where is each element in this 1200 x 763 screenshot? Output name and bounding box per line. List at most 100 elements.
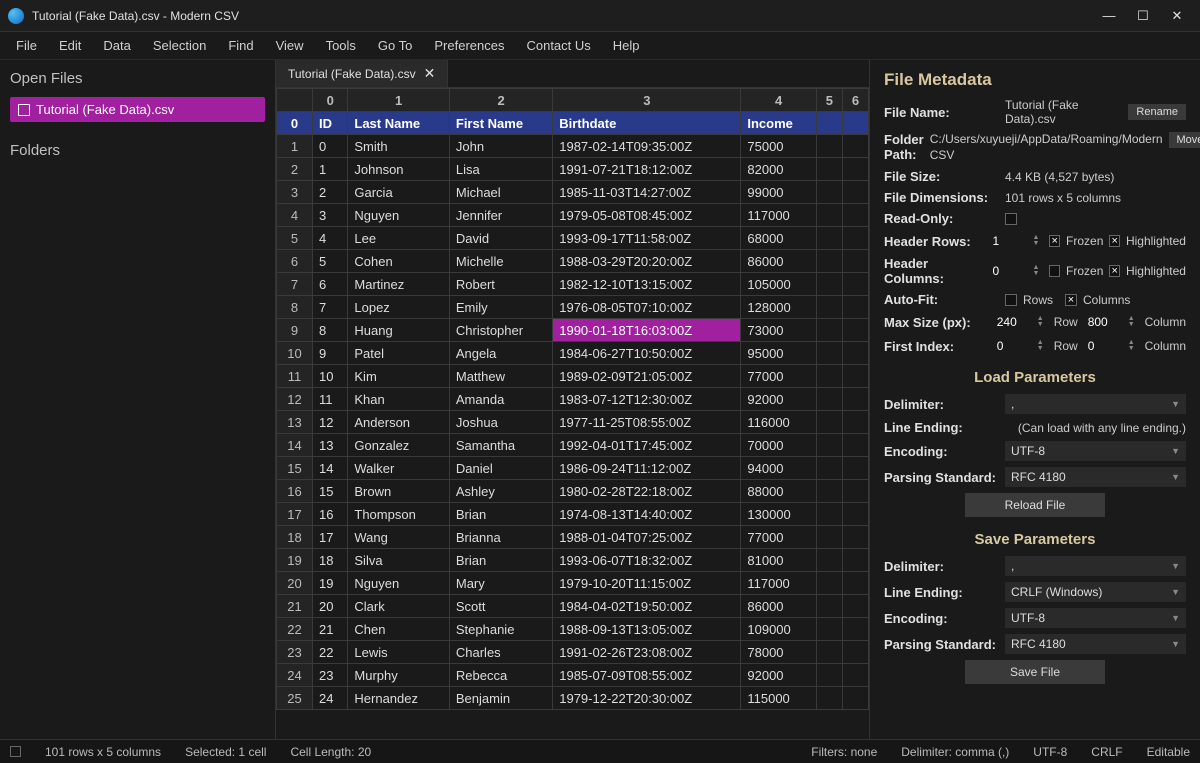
- rename-button[interactable]: Rename: [1128, 104, 1186, 120]
- data-cell[interactable]: Murphy: [348, 664, 449, 687]
- data-cell[interactable]: Thompson: [348, 503, 449, 526]
- data-cell[interactable]: [842, 250, 868, 273]
- data-cell[interactable]: 22: [313, 641, 348, 664]
- row-header[interactable]: 1: [277, 135, 313, 158]
- data-cell[interactable]: [842, 526, 868, 549]
- row-header[interactable]: 18: [277, 526, 313, 549]
- data-cell[interactable]: [842, 618, 868, 641]
- data-cell[interactable]: 24: [313, 687, 348, 710]
- data-cell[interactable]: [816, 549, 842, 572]
- data-cell[interactable]: 1991-02-26T23:08:00Z: [553, 641, 741, 664]
- row-header[interactable]: 10: [277, 342, 313, 365]
- data-cell[interactable]: 92000: [741, 664, 816, 687]
- data-cell[interactable]: 116000: [741, 411, 816, 434]
- header-cell[interactable]: First Name: [449, 112, 552, 135]
- data-cell[interactable]: [816, 572, 842, 595]
- data-cell[interactable]: [842, 135, 868, 158]
- spinner-icon[interactable]: ▲▼: [1128, 316, 1135, 328]
- header-cell[interactable]: Last Name: [348, 112, 449, 135]
- data-cell[interactable]: 8: [313, 319, 348, 342]
- data-cell[interactable]: 16: [313, 503, 348, 526]
- menu-contact-us[interactable]: Contact Us: [516, 34, 600, 57]
- column-header[interactable]: 2: [449, 89, 552, 112]
- data-cell[interactable]: [842, 595, 868, 618]
- data-cell[interactable]: 17: [313, 526, 348, 549]
- data-cell[interactable]: [816, 480, 842, 503]
- data-cell[interactable]: Nguyen: [348, 204, 449, 227]
- data-cell[interactable]: 19: [313, 572, 348, 595]
- row-header[interactable]: 25: [277, 687, 313, 710]
- data-cell[interactable]: 1984-04-02T19:50:00Z: [553, 595, 741, 618]
- data-cell[interactable]: Lopez: [348, 296, 449, 319]
- data-cell[interactable]: 117000: [741, 204, 816, 227]
- data-cell[interactable]: [816, 342, 842, 365]
- header-cols-highlighted-checkbox[interactable]: [1109, 265, 1120, 277]
- row-header[interactable]: 24: [277, 664, 313, 687]
- menu-edit[interactable]: Edit: [49, 34, 91, 57]
- data-cell[interactable]: Brian: [449, 549, 552, 572]
- data-cell[interactable]: [842, 181, 868, 204]
- data-cell[interactable]: 18: [313, 549, 348, 572]
- data-cell[interactable]: 14: [313, 457, 348, 480]
- data-cell[interactable]: Johnson: [348, 158, 449, 181]
- data-cell[interactable]: [842, 572, 868, 595]
- data-cell[interactable]: Rebecca: [449, 664, 552, 687]
- header-rows-frozen-checkbox[interactable]: [1049, 235, 1060, 247]
- data-cell[interactable]: [816, 503, 842, 526]
- data-cell[interactable]: Lisa: [449, 158, 552, 181]
- data-cell[interactable]: Hernandez: [348, 687, 449, 710]
- data-cell[interactable]: 13: [313, 434, 348, 457]
- data-cell[interactable]: 1993-06-07T18:32:00Z: [553, 549, 741, 572]
- data-cell[interactable]: [842, 664, 868, 687]
- data-cell[interactable]: [816, 365, 842, 388]
- data-cell[interactable]: 3: [313, 204, 348, 227]
- data-cell[interactable]: [842, 296, 868, 319]
- data-cell[interactable]: [816, 227, 842, 250]
- data-cell[interactable]: Smith: [348, 135, 449, 158]
- header-cell[interactable]: Income: [741, 112, 816, 135]
- data-cell[interactable]: Brown: [348, 480, 449, 503]
- data-cell[interactable]: 88000: [741, 480, 816, 503]
- save-line-ending-select[interactable]: CRLF (Windows)▼: [1005, 582, 1186, 602]
- data-cell[interactable]: Nguyen: [348, 572, 449, 595]
- data-cell[interactable]: 82000: [741, 158, 816, 181]
- data-cell[interactable]: David: [449, 227, 552, 250]
- data-cell[interactable]: [816, 135, 842, 158]
- column-header[interactable]: [277, 89, 313, 112]
- data-cell[interactable]: Christopher: [449, 319, 552, 342]
- data-cell[interactable]: 68000: [741, 227, 816, 250]
- data-cell[interactable]: 130000: [741, 503, 816, 526]
- data-cell[interactable]: [842, 388, 868, 411]
- data-cell[interactable]: Lee: [348, 227, 449, 250]
- data-cell[interactable]: 11: [313, 388, 348, 411]
- row-header[interactable]: 19: [277, 549, 313, 572]
- row-header[interactable]: 4: [277, 204, 313, 227]
- data-cell[interactable]: Samantha: [449, 434, 552, 457]
- data-cell[interactable]: [842, 457, 868, 480]
- save-parsing-select[interactable]: RFC 4180▼: [1005, 634, 1186, 654]
- save-file-button[interactable]: Save File: [965, 660, 1105, 684]
- menu-view[interactable]: View: [266, 34, 314, 57]
- data-cell[interactable]: 15: [313, 480, 348, 503]
- data-cell[interactable]: 1985-07-09T08:55:00Z: [553, 664, 741, 687]
- data-cell[interactable]: [842, 342, 868, 365]
- autofit-cols-checkbox[interactable]: [1065, 294, 1077, 306]
- data-cell[interactable]: 1980-02-28T22:18:00Z: [553, 480, 741, 503]
- header-rows-highlighted-checkbox[interactable]: [1109, 235, 1120, 247]
- first-index-row-input[interactable]: [993, 337, 1031, 355]
- spinner-icon[interactable]: ▲▼: [1033, 265, 1040, 277]
- data-cell[interactable]: 1979-05-08T08:45:00Z: [553, 204, 741, 227]
- data-cell[interactable]: [842, 273, 868, 296]
- data-cell[interactable]: Michael: [449, 181, 552, 204]
- data-cell[interactable]: Anderson: [348, 411, 449, 434]
- data-cell[interactable]: Michelle: [449, 250, 552, 273]
- data-cell[interactable]: [842, 204, 868, 227]
- data-cell[interactable]: [842, 480, 868, 503]
- data-cell[interactable]: Benjamin: [449, 687, 552, 710]
- data-cell[interactable]: 1989-02-09T21:05:00Z: [553, 365, 741, 388]
- data-cell[interactable]: 94000: [741, 457, 816, 480]
- load-parsing-select[interactable]: RFC 4180▼: [1005, 467, 1186, 487]
- data-cell[interactable]: 4: [313, 227, 348, 250]
- data-cell[interactable]: 77000: [741, 526, 816, 549]
- data-cell[interactable]: [816, 158, 842, 181]
